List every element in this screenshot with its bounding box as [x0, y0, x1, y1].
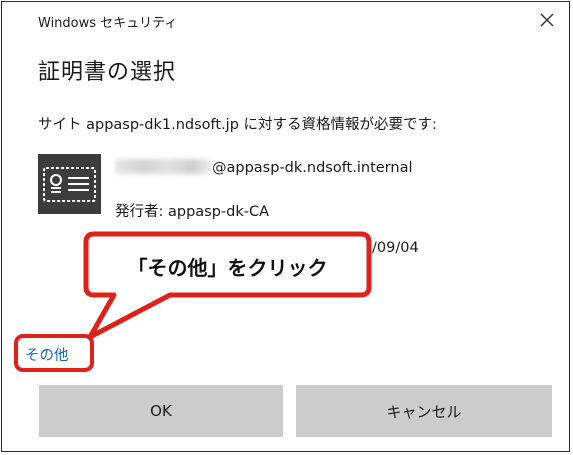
redacted-username: [115, 159, 211, 174]
windows-security-dialog: Windows セキュリティ 証明書の選択 サイト appasp-dk1.nds…: [1, 1, 570, 452]
site-credential-prompt: サイト appasp-dk1.ndsoft.jp に対する資格情報が必要です:: [38, 117, 437, 133]
certificate-issuer: 発行者: appasp-dk-CA: [115, 204, 270, 220]
dialog-heading: 証明書の選択: [38, 60, 177, 85]
annotation-callout-text: 「その他」をクリック: [127, 256, 328, 280]
close-button[interactable]: [533, 8, 561, 32]
certificate-account[interactable]: @appasp-dk.ndsoft.internal: [115, 159, 412, 176]
cancel-button[interactable]: キャンセル: [296, 385, 552, 437]
screenshot-stage: Windows セキュリティ 証明書の選択 サイト appasp-dk1.nds…: [0, 0, 573, 455]
ok-button[interactable]: OK: [39, 385, 283, 437]
close-icon: [540, 13, 554, 27]
certificate-icon[interactable]: [38, 154, 101, 214]
account-domain: @appasp-dk.ndsoft.internal: [212, 160, 413, 176]
title-bar: Windows セキュリティ: [2, 2, 569, 40]
window-title: Windows セキュリティ: [38, 16, 178, 31]
